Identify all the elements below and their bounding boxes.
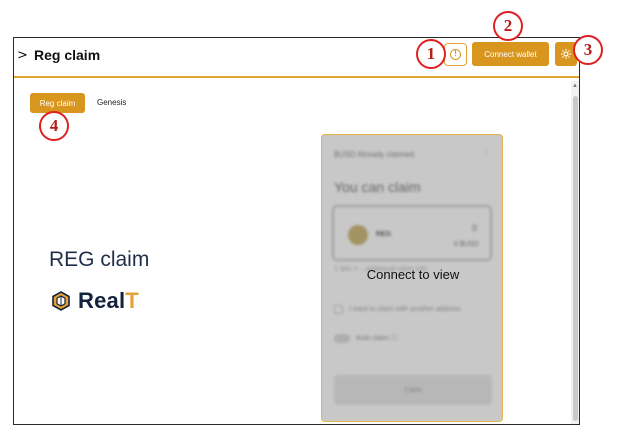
realt-logo: RealT xyxy=(52,288,139,314)
checkbox-icon xyxy=(334,305,343,314)
auto-claim-label: Auto claim ⓘ xyxy=(356,335,398,342)
gear-icon xyxy=(561,49,571,59)
claim-button: Claim xyxy=(334,375,492,405)
annotation-marker-1: 1 xyxy=(416,39,446,69)
warning-icon: ! xyxy=(450,49,461,60)
realt-logo-text: RealT xyxy=(78,288,139,313)
tab-genesis[interactable]: Genesis xyxy=(97,98,126,107)
already-claimed-text: $USD Already claimed xyxy=(334,150,415,159)
claim-card: $USD Already claimed ⋮ You can claim REG… xyxy=(321,134,503,422)
more-options-icon: ⋮ xyxy=(482,148,490,157)
toggle-switch xyxy=(334,333,350,343)
reg-token-icon xyxy=(348,225,368,245)
chevron-right-icon[interactable]: > xyxy=(17,48,28,63)
annotation-marker-3: 3 xyxy=(573,35,603,65)
scrollbar-thumb[interactable] xyxy=(573,96,578,421)
realt-logo-icon xyxy=(52,291,70,311)
token-amount: 0 xyxy=(472,223,478,233)
other-address-label: I want to claim with another address xyxy=(349,306,461,313)
annotation-marker-2: 2 xyxy=(493,11,523,41)
token-box: REG 0 0 $USD xyxy=(332,205,492,261)
warning-button[interactable]: ! xyxy=(444,43,467,66)
you-can-claim-heading: You can claim xyxy=(334,179,421,195)
reg-claim-heading: REG claim xyxy=(49,248,150,271)
scroll-up-icon[interactable]: ▲ xyxy=(572,83,578,89)
page-title: Reg claim xyxy=(34,47,101,63)
tab-reg-claim[interactable]: Reg claim xyxy=(30,93,85,113)
connect-wallet-button[interactable]: Connect wallet xyxy=(472,42,549,66)
annotation-marker-4: 4 xyxy=(39,111,69,141)
auto-claim-toggle: Auto claim ⓘ xyxy=(334,333,398,343)
token-name: REG xyxy=(376,231,392,238)
other-address-checkbox: I want to claim with another address xyxy=(334,305,461,314)
connect-to-view-overlay: Connect to view xyxy=(366,267,460,282)
app-window: > Reg claim ! Connect wallet Reg claim G… xyxy=(13,37,580,425)
token-amount-usd: 0 $USD xyxy=(454,241,479,248)
top-bar: > Reg claim ! Connect wallet xyxy=(14,38,579,78)
